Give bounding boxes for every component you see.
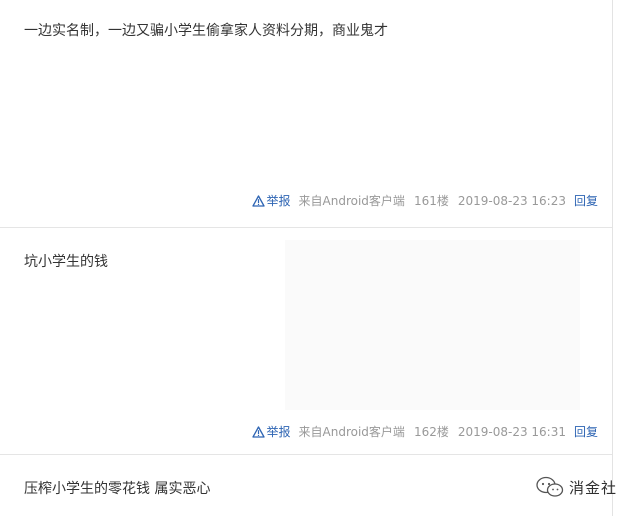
post-source: 来自Android客户端 <box>298 194 405 208</box>
warning-triangle-icon <box>251 194 265 207</box>
report-label: 举报 <box>266 194 291 208</box>
floor-number: 161楼 <box>413 194 449 208</box>
report-button[interactable]: 举报 <box>251 192 291 209</box>
post-161: 一边实名制，一边又骗小学生偷拿家人资料分期，商业鬼才 举报 来自Android客… <box>0 0 612 227</box>
report-button[interactable]: 举报 <box>251 423 291 440</box>
reply-button[interactable]: 回复 <box>574 192 598 209</box>
post-163: 压榨小学生的零花钱 属实恶心 <box>0 455 612 516</box>
post-time: 2019-08-23 16:31 <box>457 424 566 439</box>
watermark-text: 消金社 <box>569 478 618 497</box>
post-meta: 举报 来自Android客户端 161楼 2019-08-23 16:23 回复 <box>251 192 598 209</box>
post-162: 坑小学生的钱 举报 来自Android客户端 162楼 2019-08-23 1… <box>0 228 612 454</box>
reply-button[interactable]: 回复 <box>574 423 598 440</box>
post-meta: 举报 来自Android客户端 162楼 2019-08-23 16:31 回复 <box>251 423 598 440</box>
post-content: 坑小学生的钱 <box>24 254 108 270</box>
warning-triangle-icon <box>251 425 265 438</box>
watermark: 消金社 <box>535 475 617 499</box>
floor-number: 162楼 <box>413 425 449 439</box>
post-source: 来自Android客户端 <box>298 425 405 439</box>
post-content: 压榨小学生的零花钱 属实恶心 <box>24 481 211 497</box>
post-time: 2019-08-23 16:23 <box>457 193 566 208</box>
right-border <box>612 0 613 516</box>
post-content: 一边实名制，一边又骗小学生偷拿家人资料分期，商业鬼才 <box>24 23 388 39</box>
wechat-logo-icon <box>536 476 564 497</box>
report-label: 举报 <box>266 425 291 439</box>
